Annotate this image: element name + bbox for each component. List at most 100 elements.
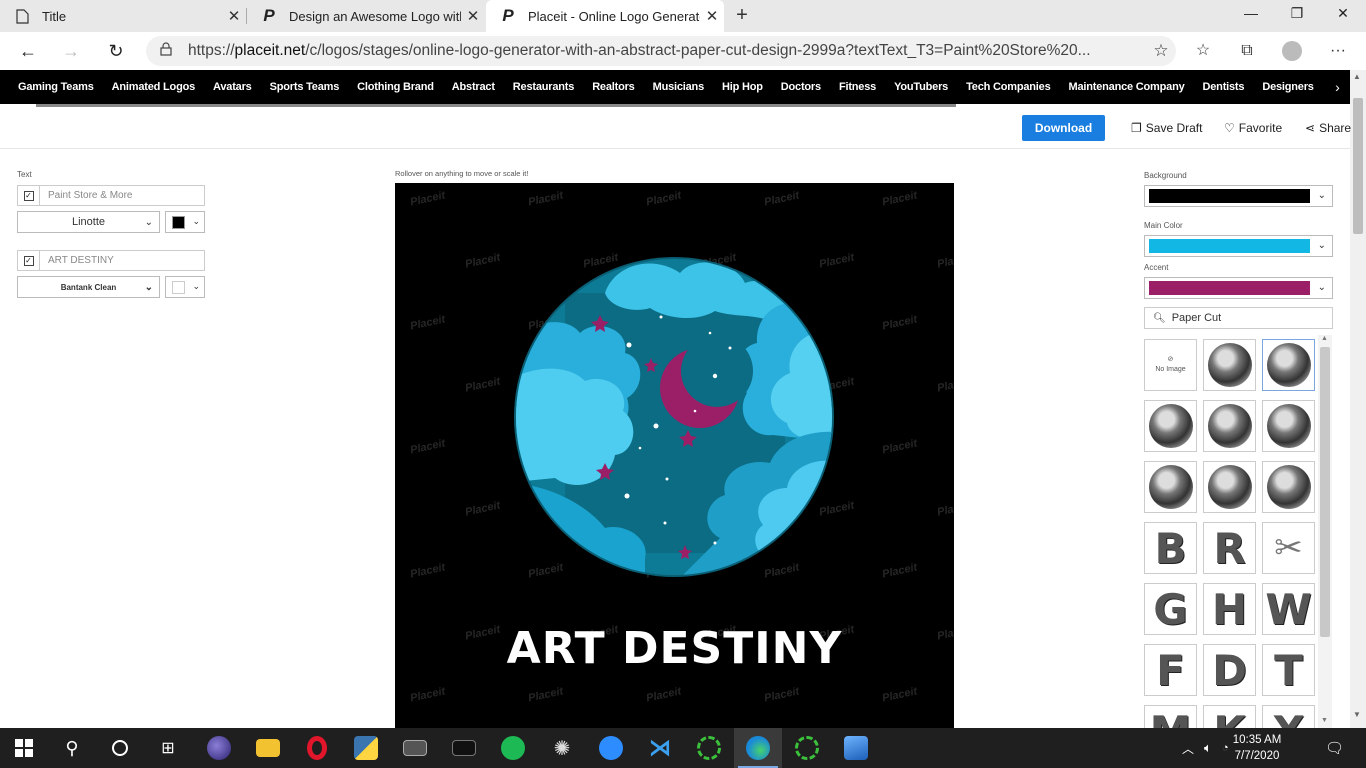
chevron-right-icon[interactable]: › — [1325, 70, 1350, 104]
gallery-scroll-thumb[interactable] — [1320, 347, 1330, 637]
cobweb-app-icon[interactable]: ✺ — [538, 728, 586, 768]
forward-arrow-icon[interactable]: → — [58, 38, 84, 64]
accent-color-select[interactable]: ⌄ — [1144, 277, 1333, 299]
green-app-2-icon[interactable] — [783, 728, 831, 768]
browser-tab-design-logo[interactable]: P Design an Awesome Logo with a ✕ — [247, 0, 485, 32]
category-link[interactable]: Sports Teams — [270, 81, 340, 93]
browser-tab-title[interactable]: Title ✕ — [0, 0, 246, 32]
main-color-select[interactable]: ⌄ — [1144, 235, 1333, 257]
browser-tab-placeit[interactable]: P Placeit - Online Logo Generator ✕ — [486, 0, 724, 32]
text-1-checkbox[interactable]: ✓ — [18, 186, 40, 205]
url-field[interactable]: https://placeit.net/c/logos/stages/onlin… — [146, 36, 1176, 66]
clock[interactable]: 10:35 AM 7/7/2020 — [1228, 732, 1286, 764]
start-button[interactable] — [0, 728, 48, 768]
font-select-2[interactable]: Bantank Clean ⌄ — [17, 276, 160, 298]
letter-thumbnail[interactable]: T — [1262, 644, 1315, 696]
terminal-icon[interactable] — [391, 728, 439, 768]
profile-avatar[interactable] — [1282, 41, 1302, 61]
font-select-1[interactable]: Linotte ⌄ — [17, 211, 160, 233]
download-button[interactable]: Download — [1022, 115, 1105, 141]
graphic-thumbnail[interactable] — [1262, 339, 1315, 391]
gallery-scrollbar[interactable]: ▲ ▼ — [1318, 335, 1332, 728]
scissors-thumbnail[interactable]: ✂ — [1262, 522, 1315, 574]
letter-thumbnail[interactable]: K — [1203, 705, 1256, 728]
letter-thumbnail[interactable]: B — [1144, 522, 1197, 574]
close-icon[interactable]: ✕ — [700, 7, 724, 25]
text-1-color-select[interactable]: ⌄ — [165, 211, 205, 233]
file-explorer-icon[interactable] — [244, 728, 292, 768]
cortana-icon[interactable] — [96, 728, 144, 768]
collections-icon[interactable]: ⧉ — [1236, 40, 1258, 62]
letter-thumbnail[interactable]: G — [1144, 583, 1197, 635]
search-taskbar-icon[interactable]: ⚲ — [48, 728, 96, 768]
letter-thumbnail[interactable]: D — [1203, 644, 1256, 696]
letter-thumbnail[interactable]: M — [1144, 705, 1197, 728]
volume-icon[interactable]: 🔈︎ — [1204, 728, 1212, 768]
graphic-search-input[interactable]: 🔍︎ Paper Cut — [1144, 307, 1333, 329]
close-icon[interactable]: ✕ — [222, 7, 246, 25]
eclipse-app-icon[interactable] — [195, 728, 243, 768]
letter-thumbnail[interactable]: F — [1144, 644, 1197, 696]
text-field-2[interactable]: ✓ ART DESTINY — [17, 250, 205, 271]
no-image-option[interactable]: ⊘ No Image — [1144, 339, 1197, 391]
background-color-select[interactable]: ⌄ — [1144, 185, 1333, 207]
zoom-icon[interactable] — [587, 728, 635, 768]
category-link[interactable]: Clothing Brand — [357, 81, 434, 93]
category-link[interactable]: Realtors — [592, 81, 635, 93]
scrollbar-thumb[interactable] — [1353, 98, 1363, 234]
share-button[interactable]: ⋖ Share — [1305, 121, 1351, 135]
minimize-button[interactable]: — — [1228, 0, 1274, 28]
scroll-up-icon[interactable]: ▲ — [1353, 72, 1361, 81]
spotify-icon[interactable] — [489, 728, 537, 768]
back-arrow-icon[interactable]: ← — [15, 38, 41, 64]
letter-thumbnail[interactable]: H — [1203, 583, 1256, 635]
category-link[interactable]: Fitness — [839, 81, 876, 93]
text-2-checkbox[interactable]: ✓ — [18, 251, 40, 270]
favorites-icon[interactable]: ☆ — [1192, 40, 1214, 62]
category-link[interactable]: Tech Companies — [966, 81, 1051, 93]
graphic-thumbnail[interactable] — [1144, 461, 1197, 513]
category-link[interactable]: Animated Logos — [112, 81, 196, 93]
text-1-input[interactable]: Paint Store & More — [40, 190, 132, 201]
graphic-thumbnail[interactable] — [1144, 400, 1197, 452]
close-window-button[interactable]: ✕ — [1320, 0, 1366, 28]
category-link[interactable]: Gaming Teams — [18, 81, 94, 93]
favorite-button[interactable]: ♡ Favorite — [1224, 121, 1282, 135]
edge-icon[interactable] — [734, 728, 782, 768]
scroll-up-icon[interactable]: ▲ — [1321, 335, 1328, 342]
category-link[interactable]: YouTubers — [894, 81, 948, 93]
task-view-icon[interactable]: ⊞ — [144, 728, 192, 768]
category-link[interactable]: Avatars — [213, 81, 252, 93]
logo-canvas[interactable]: Placeit Placeit Placeit Placeit Placeit Place… — [395, 183, 954, 728]
new-tab-button[interactable]: + — [730, 4, 754, 28]
vscode-icon[interactable]: ⋊ — [636, 728, 684, 768]
category-link[interactable]: Musicians — [653, 81, 705, 93]
favorite-star-icon[interactable]: ☆ — [1146, 41, 1176, 61]
text-2-input[interactable]: ART DESTINY — [40, 255, 114, 266]
notifications-icon[interactable]: 🗨︎ — [1325, 728, 1344, 768]
opera-icon[interactable] — [293, 728, 341, 768]
graphic-thumbnail[interactable] — [1262, 400, 1315, 452]
logo-text[interactable]: ART DESTINY — [395, 623, 954, 674]
category-link[interactable]: Doctors — [781, 81, 821, 93]
show-hidden-icons[interactable]: ︿ — [1182, 728, 1194, 768]
letter-thumbnail[interactable]: R — [1203, 522, 1256, 574]
graphic-thumbnail[interactable] — [1203, 461, 1256, 513]
green-app-icon[interactable] — [685, 728, 733, 768]
close-icon[interactable]: ✕ — [461, 7, 485, 25]
app-launcher-icon[interactable] — [440, 728, 488, 768]
more-menu-icon[interactable]: ··· — [1327, 40, 1349, 62]
refresh-icon[interactable]: ↻ — [103, 38, 129, 64]
category-link[interactable]: Abstract — [452, 81, 495, 93]
page-scrollbar[interactable]: ▲ ▼ — [1350, 70, 1366, 728]
category-link[interactable]: Maintenance Company — [1069, 81, 1185, 93]
scroll-down-icon[interactable]: ▼ — [1321, 717, 1328, 724]
graphic-thumbnail[interactable] — [1203, 339, 1256, 391]
category-link[interactable]: Hip Hop — [722, 81, 763, 93]
category-link[interactable]: Restaurants — [513, 81, 575, 93]
graphic-thumbnail[interactable] — [1203, 400, 1256, 452]
text-field-1[interactable]: ✓ Paint Store & More — [17, 185, 205, 206]
graphic-thumbnail[interactable] — [1262, 461, 1315, 513]
scroll-down-icon[interactable]: ▼ — [1353, 710, 1361, 719]
text-2-color-select[interactable]: ⌄ — [165, 276, 205, 298]
